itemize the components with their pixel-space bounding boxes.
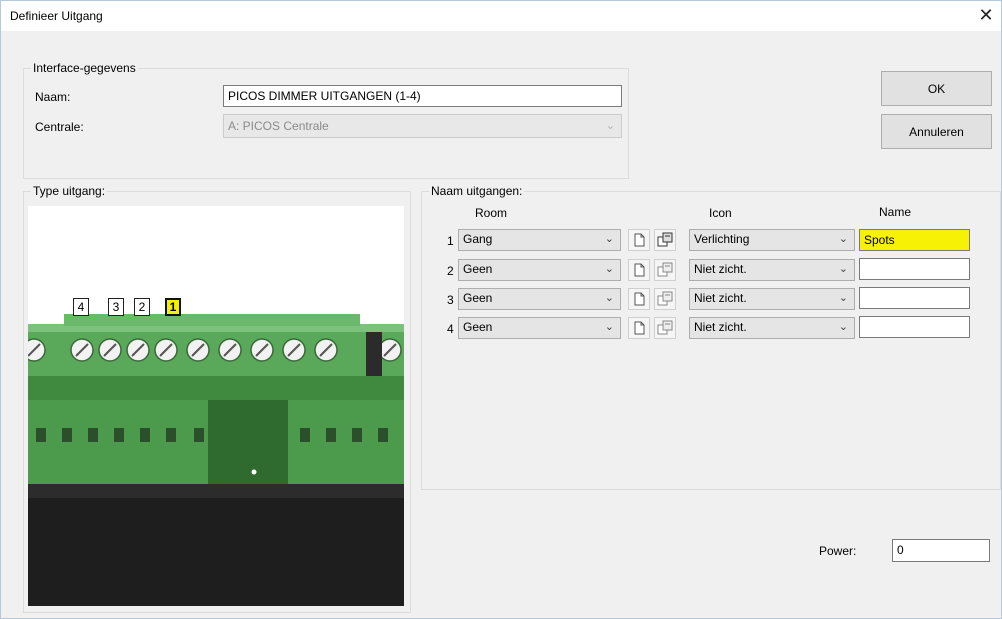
new-document-icon[interactable] xyxy=(628,229,650,251)
icon-select[interactable]: Niet zicht. ⌄ xyxy=(689,259,855,281)
channel-label-1-active: 1 xyxy=(165,298,181,316)
terminal-block-illustration xyxy=(28,314,404,606)
room-select[interactable]: Geen ⌄ xyxy=(458,259,621,281)
room-select-value: Gang xyxy=(463,232,493,246)
row-number: 3 xyxy=(447,293,454,307)
row-number: 4 xyxy=(447,322,454,336)
row-number: 1 xyxy=(447,234,454,248)
chevron-down-icon: ⌄ xyxy=(838,321,848,333)
room-select[interactable]: Geen ⌄ xyxy=(458,288,621,310)
type-uitgang-label: Type uitgang: xyxy=(31,184,108,198)
output-name-field[interactable] xyxy=(859,287,970,309)
icon-select-value: Niet zicht. xyxy=(694,320,747,334)
centrale-select[interactable]: A: PICOS Centrale ⌄ xyxy=(223,114,622,138)
room-select-value: Geen xyxy=(463,262,493,276)
row-number: 2 xyxy=(447,264,454,278)
chevron-down-icon: ⌄ xyxy=(604,263,614,275)
properties-icon[interactable] xyxy=(654,259,676,281)
new-document-icon[interactable] xyxy=(628,259,650,281)
power-label: Power: xyxy=(819,544,857,558)
chevron-down-icon: ⌄ xyxy=(605,120,615,132)
column-header-icon: Icon xyxy=(709,206,732,220)
room-select-value: Geen xyxy=(463,320,493,334)
close-icon[interactable]: ✕ xyxy=(975,5,997,27)
naam-label: Naam: xyxy=(35,90,71,104)
column-header-room: Room xyxy=(475,206,508,220)
icon-select[interactable]: Niet zicht. ⌄ xyxy=(689,288,855,310)
chevron-down-icon: ⌄ xyxy=(838,263,848,275)
column-header-name: Name xyxy=(879,205,912,219)
room-select[interactable]: Gang ⌄ xyxy=(458,229,621,251)
chevron-down-icon: ⌄ xyxy=(838,292,848,304)
terminal-block-image: 4 3 2 1 xyxy=(28,206,404,606)
channel-label-4: 4 xyxy=(73,298,89,316)
output-name-field[interactable] xyxy=(859,316,970,338)
ok-button[interactable]: OK xyxy=(881,71,992,106)
naam-field[interactable]: PICOS DIMMER UITGANGEN (1-4) xyxy=(223,85,622,107)
new-document-icon[interactable] xyxy=(628,317,650,339)
centrale-label: Centrale: xyxy=(35,120,84,134)
properties-icon[interactable] xyxy=(654,288,676,310)
icon-select-value: Niet zicht. xyxy=(694,262,747,276)
chevron-down-icon: ⌄ xyxy=(604,292,614,304)
cancel-button[interactable]: Annuleren xyxy=(881,114,992,149)
cancel-button-label: Annuleren xyxy=(909,125,964,139)
interface-group-label: Interface-gegevens xyxy=(31,61,138,75)
chevron-down-icon: ⌄ xyxy=(838,233,848,245)
room-select-value: Geen xyxy=(463,291,493,305)
title-bar: Definieer Uitgang ✕ xyxy=(1,1,1001,31)
icon-select-value: Niet zicht. xyxy=(694,291,747,305)
new-document-icon[interactable] xyxy=(628,288,650,310)
ok-button-label: OK xyxy=(927,82,946,96)
icon-select-value: Verlichting xyxy=(694,232,750,246)
properties-icon[interactable] xyxy=(654,317,676,339)
chevron-down-icon: ⌄ xyxy=(604,233,614,245)
chevron-down-icon: ⌄ xyxy=(604,321,614,333)
power-field[interactable]: 0 xyxy=(892,539,990,562)
channel-label-3: 3 xyxy=(108,298,124,316)
icon-select[interactable]: Verlichting ⌄ xyxy=(689,229,855,251)
window-title: Definieer Uitgang xyxy=(10,9,103,23)
room-select[interactable]: Geen ⌄ xyxy=(458,317,621,339)
properties-icon[interactable] xyxy=(654,229,676,251)
naam-uitgangen-label: Naam uitgangen: xyxy=(429,184,525,198)
dialog-window: Definieer Uitgang ✕ Interface-gegevens N… xyxy=(0,0,1002,619)
output-name-field[interactable] xyxy=(859,258,970,280)
centrale-select-value: A: PICOS Centrale xyxy=(228,119,329,133)
output-name-field[interactable]: Spots xyxy=(859,229,970,251)
channel-label-2: 2 xyxy=(134,298,150,316)
icon-select[interactable]: Niet zicht. ⌄ xyxy=(689,317,855,339)
